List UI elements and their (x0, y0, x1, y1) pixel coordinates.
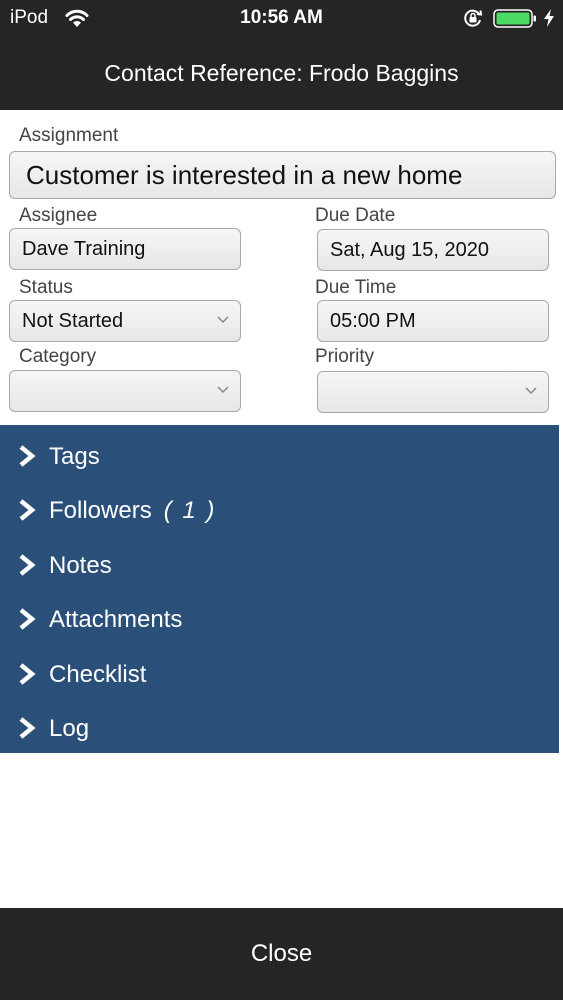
section-log[interactable]: Log (0, 699, 559, 753)
chevron-down-icon (525, 387, 537, 395)
chevron-right-icon (19, 663, 36, 685)
page-title: Contact Reference: Frodo Baggins (104, 60, 459, 86)
section-label: Checklist (49, 661, 147, 688)
assignment-field[interactable]: Customer is interested in a new home (9, 151, 556, 199)
due-date-field[interactable]: Sat, Aug 15, 2020 (317, 229, 549, 271)
status-label: Status (19, 277, 73, 298)
due-time-field[interactable]: 05:00 PM (317, 300, 549, 342)
section-label: Tags (49, 443, 100, 470)
due-date-value: Sat, Aug 15, 2020 (330, 238, 490, 261)
chevron-down-icon (217, 316, 229, 324)
chevron-right-icon (19, 717, 36, 739)
bolt-icon (544, 9, 554, 27)
section-followers[interactable]: Followers ( 1 ) (0, 481, 559, 535)
due-time-value: 05:00 PM (330, 309, 416, 332)
close-label: Close (250, 940, 313, 967)
due-time-label: Due Time (315, 277, 397, 298)
chevron-right-icon (19, 445, 36, 467)
category-label: Category (19, 346, 97, 367)
section-list: Tags Followers ( 1 ) Notes Attachments Ch… (0, 425, 559, 753)
assignment-value: Customer is interested in a new home (26, 159, 463, 190)
header-bar: iPod 10:56 AM Contact Reference: Frodo B… (0, 0, 563, 110)
assignee-label: Assignee (19, 205, 98, 226)
section-notes[interactable]: Notes (0, 536, 559, 590)
status-bar: iPod 10:56 AM (0, 0, 563, 36)
section-checklist[interactable]: Checklist (0, 645, 559, 699)
assignee-value: Dave Training (22, 237, 146, 260)
priority-label: Priority (315, 346, 375, 367)
status-value: Not Started (22, 309, 124, 332)
section-tags[interactable]: Tags (0, 427, 559, 481)
followers-count: ( 1 ) (163, 497, 217, 524)
section-label: Followers (49, 497, 152, 524)
assignee-field[interactable]: Dave Training (9, 228, 241, 270)
status-select[interactable]: Not Started (9, 300, 241, 342)
due-date-label: Due Date (315, 205, 396, 226)
chevron-down-icon (217, 386, 229, 394)
assignment-label: Assignment (19, 125, 119, 146)
chevron-right-icon (19, 554, 36, 576)
battery-icon (493, 9, 536, 28)
section-label: Attachments (49, 606, 183, 633)
close-button[interactable]: Close (0, 908, 563, 1000)
chevron-right-icon (19, 499, 36, 521)
orientation-lock-icon (464, 9, 483, 27)
priority-select[interactable] (317, 371, 549, 413)
section-label: Notes (49, 552, 112, 579)
section-label: Log (49, 715, 90, 742)
category-select[interactable] (9, 370, 241, 412)
chevron-right-icon (19, 608, 36, 630)
section-attachments[interactable]: Attachments (0, 590, 559, 644)
